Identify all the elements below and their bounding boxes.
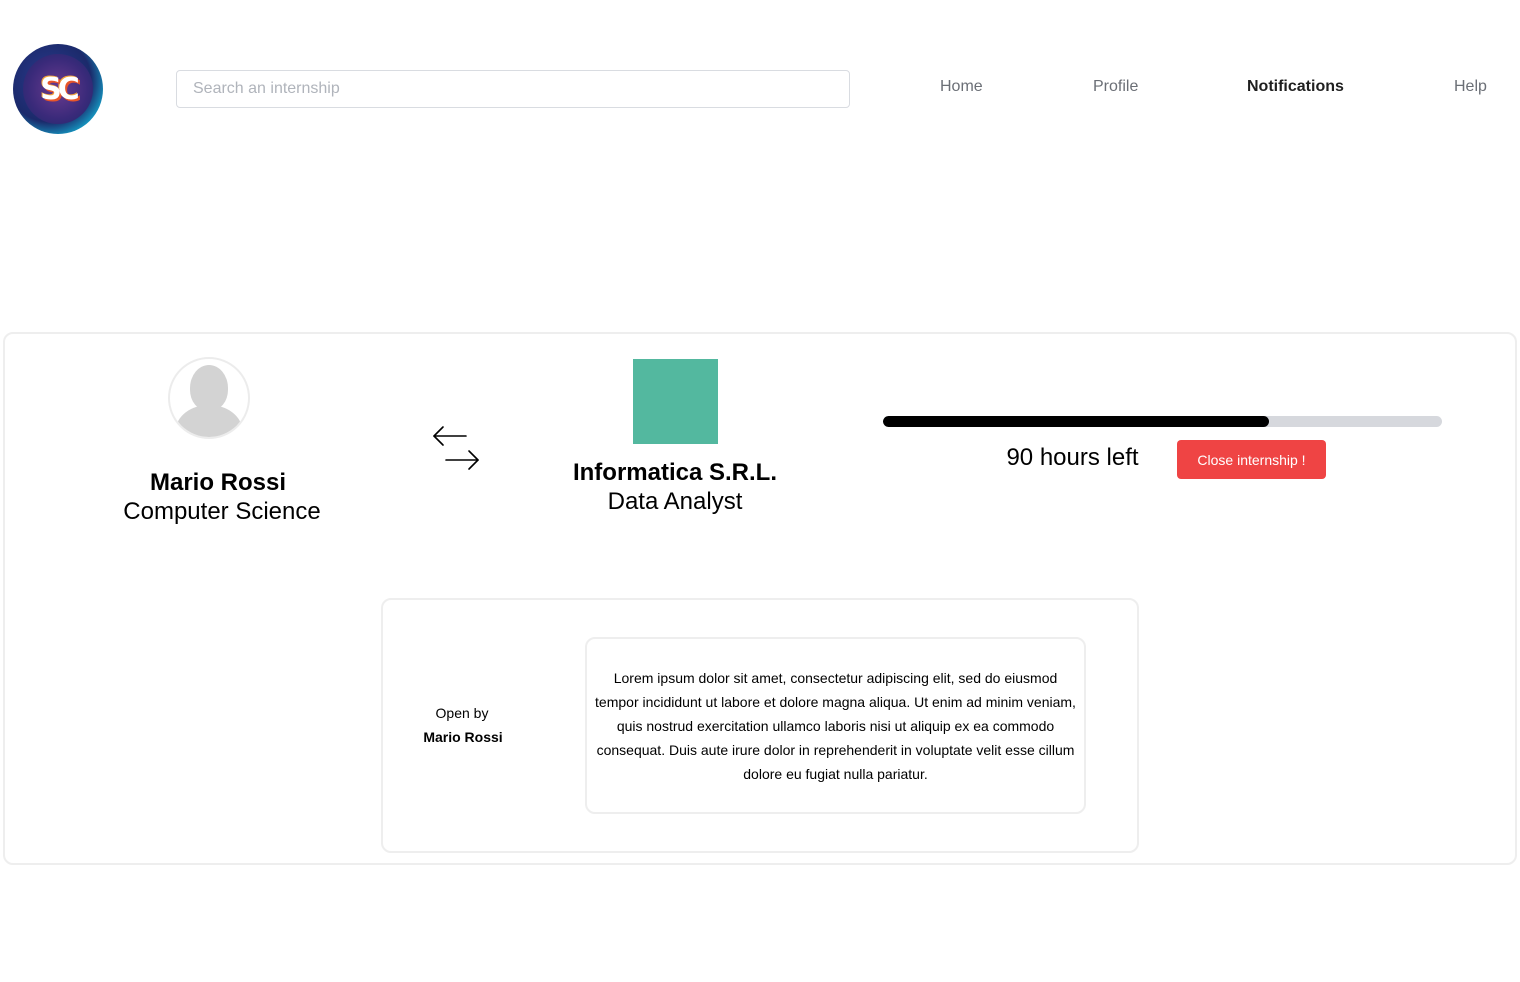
- app-logo-badge: SC: [23, 54, 93, 124]
- message-box: Lorem ipsum dolor sit amet, consectetur …: [585, 637, 1086, 814]
- hours-progress-fill: [883, 416, 1269, 427]
- company-role: Data Analyst: [607, 488, 743, 515]
- app-logo-text: SC: [40, 71, 80, 107]
- nav-home[interactable]: Home: [940, 78, 983, 96]
- nav-help[interactable]: Help: [1454, 78, 1487, 96]
- app-logo[interactable]: SC: [13, 44, 103, 134]
- page: SC Home Profile Notifications Help Mario…: [0, 0, 1520, 982]
- hours-progress-bar: [883, 416, 1442, 427]
- message-text: Lorem ipsum dolor sit amet, consectetur …: [595, 669, 1076, 782]
- user-placeholder-icon: [168, 357, 250, 439]
- company-logo: [633, 359, 718, 444]
- nav-notifications[interactable]: Notifications: [1247, 78, 1344, 96]
- open-by-name: Mario Rossi: [423, 729, 503, 745]
- search-input[interactable]: [176, 70, 850, 108]
- open-by-label: Open by: [435, 705, 489, 721]
- student-name: Mario Rossi: [149, 469, 287, 496]
- hours-left-text: 90 hours left: [1006, 444, 1139, 471]
- swap-arrows-icon: [433, 426, 479, 470]
- student-course: Computer Science: [123, 498, 321, 525]
- company-name: Informatica S.R.L.: [572, 459, 778, 486]
- nav-profile[interactable]: Profile: [1093, 78, 1138, 96]
- avatar-body: [176, 405, 242, 437]
- close-internship-button[interactable]: Close internship !: [1177, 440, 1326, 479]
